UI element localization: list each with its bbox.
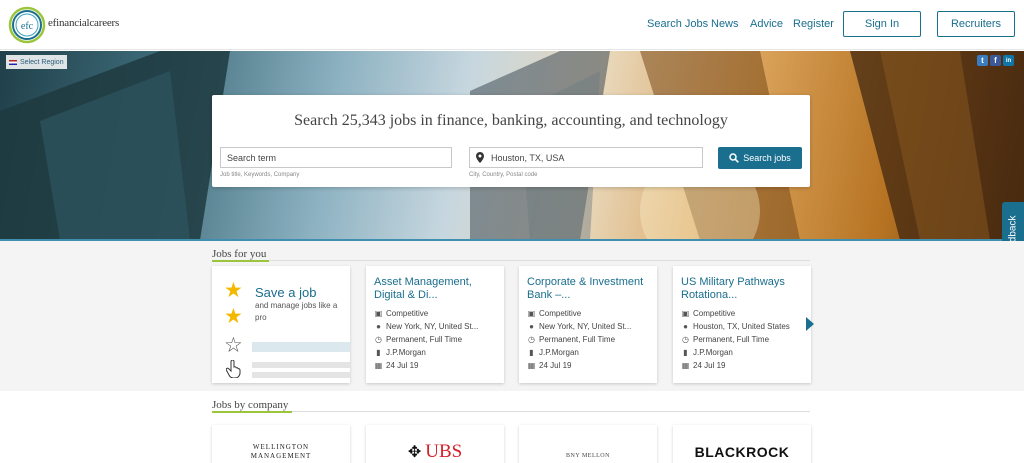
placeholder-bar <box>252 362 350 368</box>
search-term-input[interactable]: Search term <box>220 147 452 168</box>
wellington-logo: WELLINGTON MANAGEMENT <box>250 443 312 460</box>
section-underline <box>212 411 292 413</box>
building-icon: ▮ <box>683 348 688 357</box>
company-card-blackrock[interactable]: BLACKROCK <box>673 425 811 463</box>
efc-logo[interactable]: efc <box>8 6 46 44</box>
site-header: efc efinancialcareers Search Jobs News A… <box>0 0 1024 50</box>
job-date: ▦ 24 Jul 19 <box>374 361 419 370</box>
recruiters-button[interactable]: Recruiters <box>937 11 1015 37</box>
globe-icon: ● <box>529 322 534 331</box>
search-jobs-button[interactable]: Search jobs <box>718 147 802 169</box>
money-icon: ▣ <box>374 309 383 318</box>
money-icon: ▣ <box>527 309 536 318</box>
job-salary: ▣ Competitive <box>681 309 736 318</box>
location-input[interactable]: Houston, TX, USA <box>489 147 703 168</box>
job-type: ◷ Permanent, Full Time <box>375 335 463 344</box>
section-divider <box>269 260 810 261</box>
nav-search-jobs[interactable]: Search Jobs <box>647 18 708 30</box>
job-salary: ▣ Competitive <box>374 309 429 318</box>
facebook-icon[interactable]: f <box>990 55 1001 66</box>
job-title[interactable]: Asset Management, Digital & Di... <box>374 276 498 302</box>
twitter-icon[interactable]: t <box>977 55 988 66</box>
calendar-icon: ▦ <box>374 361 383 370</box>
job-card[interactable]: US Military Pathways Rotationa... ▣ Compe… <box>673 266 811 383</box>
sign-in-button[interactable]: Sign In <box>843 11 921 37</box>
job-type: ◷ Permanent, Full Time <box>682 335 770 344</box>
calendar-icon: ▦ <box>527 361 536 370</box>
ubs-logo: ✥ UBS <box>407 441 463 462</box>
job-search-panel: Search 25,343 jobs in finance, banking, … <box>212 95 810 187</box>
carousel-next-arrow-icon[interactable] <box>806 317 814 331</box>
job-card[interactable]: Corporate & Investment Bank –... ▣ Compet… <box>519 266 657 383</box>
company-card-bny-mellon[interactable]: BNY MELLON <box>519 425 657 463</box>
job-title[interactable]: US Military Pathways Rotationa... <box>681 276 805 302</box>
jobs-for-you-title: Jobs for you <box>212 248 267 260</box>
save-job-card[interactable]: ★ ★ ☆ Save a job and manage jobs like a … <box>212 266 350 383</box>
search-term-help: Job title, Keywords, Company <box>220 172 300 178</box>
job-company: ▮ J.P.Morgan <box>681 348 807 357</box>
nav-advice[interactable]: Advice <box>750 18 783 30</box>
job-type: ◷ Permanent, Full Time <box>528 335 616 344</box>
job-location: ● New York, NY, United St... <box>527 322 653 331</box>
job-location: ● Houston, TX, United States <box>681 322 807 331</box>
job-company: ▮ J.P.Morgan <box>374 348 500 357</box>
job-salary: ▣ Competitive <box>527 309 582 318</box>
globe-icon: ● <box>683 322 688 331</box>
building-icon: ▮ <box>376 348 381 357</box>
section-divider <box>292 411 810 412</box>
job-date: ▦ 24 Jul 19 <box>527 361 572 370</box>
job-location: ● New York, NY, United St... <box>374 322 500 331</box>
select-region-button[interactable]: Select Region <box>6 55 67 69</box>
search-jobs-label: Search jobs <box>743 153 791 163</box>
building-icon: ▮ <box>529 348 534 357</box>
svg-text:efc: efc <box>21 21 34 32</box>
placeholder-bar <box>252 342 350 352</box>
company-card-ubs[interactable]: ✥ UBS <box>366 425 504 463</box>
jobs-for-you-section <box>0 241 1024 391</box>
section-underline <box>212 260 269 262</box>
clock-icon: ◷ <box>682 335 689 344</box>
company-card-wellington[interactable]: WELLINGTON MANAGEMENT <box>212 425 350 463</box>
money-icon: ▣ <box>681 309 690 318</box>
select-region-label: Select Region <box>20 58 64 66</box>
star-icon: ★ <box>224 305 243 328</box>
job-company: ▮ J.P.Morgan <box>527 348 653 357</box>
location-help: City, Country, Postal code <box>469 172 538 178</box>
linkedin-icon[interactable]: in <box>1003 55 1014 66</box>
brand-name[interactable]: efinancialcareers <box>48 17 119 29</box>
nav-news[interactable]: News <box>711 18 739 30</box>
save-job-subtitle: and manage jobs like a pro <box>255 301 338 322</box>
globe-icon: ● <box>376 322 381 331</box>
search-headline: Search 25,343 jobs in finance, banking, … <box>294 112 728 129</box>
placeholder-bar <box>252 372 350 378</box>
job-title[interactable]: Corporate & Investment Bank –... <box>527 276 651 302</box>
save-job-title: Save a job <box>255 285 317 300</box>
bny-mellon-logo: BNY MELLON <box>566 453 610 459</box>
star-outline-icon: ☆ <box>224 334 243 357</box>
clock-icon: ◷ <box>375 335 382 344</box>
clock-icon: ◷ <box>528 335 535 344</box>
nav-register[interactable]: Register <box>793 18 834 30</box>
blackrock-logo: BLACKROCK <box>694 444 790 460</box>
calendar-icon: ▦ <box>681 361 690 370</box>
cursor-hand-icon <box>226 360 241 378</box>
flag-icon <box>9 59 17 65</box>
location-pin-icon <box>469 147 489 168</box>
ubs-keys-icon: ✥ <box>407 444 422 461</box>
search-icon <box>729 153 740 163</box>
job-date: ▦ 24 Jul 19 <box>681 361 726 370</box>
jobs-by-company-title: Jobs by company <box>212 399 289 411</box>
star-icon: ★ <box>224 279 243 302</box>
job-card[interactable]: Asset Management, Digital & Di... ▣ Compe… <box>366 266 504 383</box>
